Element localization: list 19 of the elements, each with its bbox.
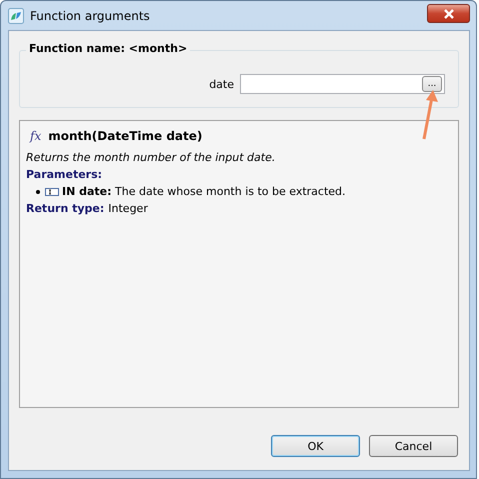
date-field[interactable]: ... xyxy=(240,74,445,94)
group-title: Function name: <month> xyxy=(26,42,190,55)
function-summary: Returns the month number of the input date. xyxy=(26,151,276,164)
close-button[interactable] xyxy=(427,4,470,23)
parameter-icon xyxy=(45,188,59,196)
dialog-button[interactable]: OK xyxy=(271,435,360,457)
parameters-heading: Parameters: xyxy=(26,168,104,181)
return-type-label: Return type: xyxy=(26,202,104,215)
function-signature: month(DateTime date) xyxy=(48,129,202,143)
close-icon xyxy=(442,8,456,18)
bullet-icon xyxy=(36,190,40,194)
return-type: Integer xyxy=(108,202,148,215)
window-title: Function arguments xyxy=(30,8,150,22)
function-icon: fx xyxy=(30,129,42,143)
browse-button[interactable]: ... xyxy=(422,76,442,92)
dialog-button[interactable]: Cancel xyxy=(369,435,458,457)
parameter-description: IN date: The date whose month is to be extracted. xyxy=(62,185,346,198)
field-label: date xyxy=(209,78,234,90)
app-icon xyxy=(8,8,24,24)
